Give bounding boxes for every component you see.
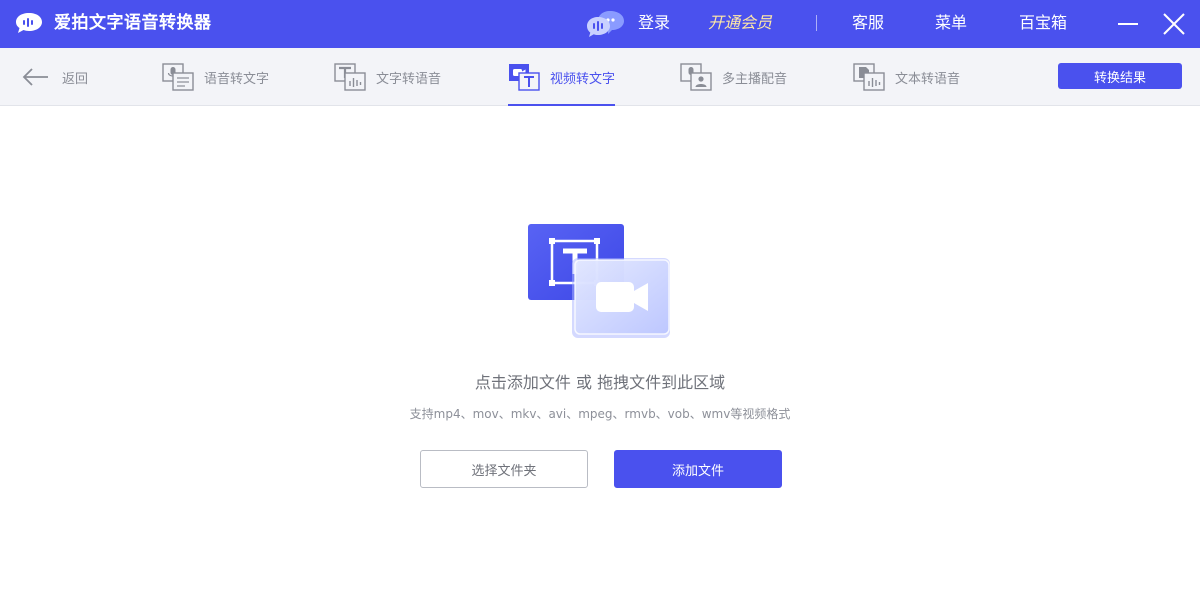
conversion-result-button[interactable]: 转换结果 <box>1058 63 1182 89</box>
login-link[interactable]: 登录 <box>638 12 670 34</box>
minimize-icon[interactable] <box>1114 10 1142 38</box>
tab-label: 视频转文字 <box>550 71 616 87</box>
tab-video-to-text[interactable]: 视频转文字 <box>508 48 616 106</box>
user-avatar-icon[interactable] <box>586 9 626 39</box>
select-folder-button[interactable]: 选择文件夹 <box>420 450 588 488</box>
video-to-text-icon <box>509 64 540 91</box>
arrow-left-icon <box>22 68 48 86</box>
drop-instruction: 点击添加文件 或 拖拽文件到此区域 <box>474 373 726 392</box>
supported-formats-text: 支持mp4、mov、mkv、avi、mpeg、rmvb、vob、wmv等视频格式 <box>409 407 791 421</box>
app-logo-icon <box>16 13 42 33</box>
tab-label: 文本转语音 <box>895 71 961 87</box>
toolbox-link[interactable]: 百宝箱 <box>1019 12 1067 34</box>
tab-document-to-speech[interactable]: 文本转语音 <box>853 48 960 106</box>
function-nav-bar: 返回 语音转文字 文字转语音 视频转文字 多主播配音 文本转语音 转换结果 <box>0 48 1200 106</box>
tab-text-to-speech[interactable]: 文字转语音 <box>334 48 441 106</box>
add-file-button[interactable]: 添加文件 <box>614 450 782 488</box>
back-button[interactable]: 返回 <box>22 48 88 106</box>
menu-link[interactable]: 菜单 <box>935 12 967 34</box>
multi-voice-icon <box>680 63 712 91</box>
tab-label: 语音转文字 <box>204 71 270 87</box>
close-icon[interactable] <box>1160 10 1188 38</box>
speech-to-text-icon <box>162 63 194 91</box>
text-to-speech-icon <box>334 63 366 91</box>
tab-speech-to-text[interactable]: 语音转文字 <box>162 48 269 106</box>
title-bar: 爱拍文字语音转换器 登录 开通会员 客服 菜单 百宝箱 <box>0 0 1200 48</box>
customer-service-link[interactable]: 客服 <box>852 12 884 34</box>
tab-multi-voice-dubbing[interactable]: 多主播配音 <box>680 48 787 106</box>
tab-label: 多主播配音 <box>722 71 788 87</box>
document-to-speech-icon <box>853 63 885 91</box>
tab-label: 文字转语音 <box>376 71 442 87</box>
titlebar-divider <box>816 15 817 31</box>
back-label: 返回 <box>62 71 89 87</box>
app-title: 爱拍文字语音转换器 <box>54 13 212 33</box>
video-to-text-illustration-icon <box>528 224 670 338</box>
vip-link[interactable]: 开通会员 <box>708 12 772 34</box>
